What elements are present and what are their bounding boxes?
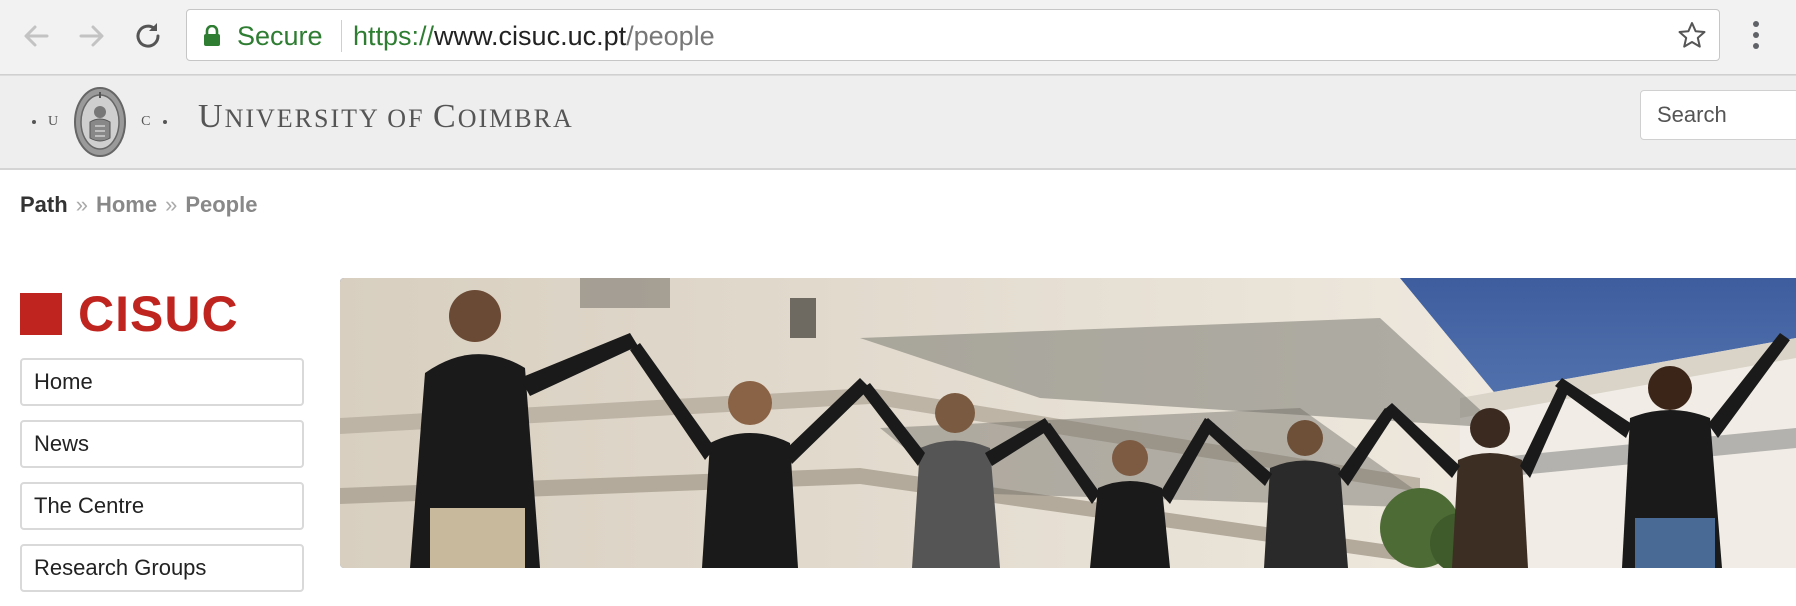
url-scheme: https:// bbox=[353, 21, 435, 51]
university-name: UNIVERSITY OF COIMBRA bbox=[198, 98, 574, 136]
cisuc-logo-text: CISUC bbox=[78, 286, 239, 342]
breadcrumb-separator: » bbox=[165, 192, 178, 217]
logo-letter-u: U bbox=[48, 114, 60, 129]
sidebar-item-news[interactable]: News bbox=[20, 420, 304, 468]
banner-photo bbox=[340, 278, 1796, 568]
forward-button[interactable] bbox=[72, 16, 112, 56]
url-path: /people bbox=[626, 21, 715, 51]
cisuc-logo[interactable]: CISUC bbox=[20, 285, 239, 343]
sidebar-item-research-groups[interactable]: Research Groups bbox=[20, 544, 304, 592]
back-button[interactable] bbox=[16, 16, 56, 56]
banner-image bbox=[340, 278, 1796, 568]
university-name-initial: U bbox=[198, 98, 225, 135]
secure-label: Secure bbox=[237, 21, 323, 51]
logo-dot bbox=[163, 120, 168, 124]
breadcrumb-label: Path bbox=[20, 192, 68, 217]
bookmark-star-icon[interactable] bbox=[1677, 20, 1707, 50]
university-name-part: OIMBRA bbox=[457, 104, 574, 133]
sidebar-item-the-centre[interactable]: The Centre bbox=[20, 482, 304, 530]
arrow-left-icon bbox=[24, 25, 49, 47]
logo-letter-c: C bbox=[141, 114, 152, 129]
arrow-right-icon bbox=[79, 25, 104, 47]
cisuc-logo-square bbox=[20, 293, 62, 335]
url-text[interactable]: https://www.cisuc.uc.pt/people bbox=[353, 21, 715, 52]
reload-button[interactable] bbox=[128, 16, 168, 56]
address-bar[interactable]: Secure https://www.cisuc.uc.pt/people bbox=[186, 9, 1720, 61]
logo-dot bbox=[32, 120, 36, 124]
reload-icon bbox=[136, 23, 160, 48]
university-logo[interactable]: U C bbox=[20, 84, 179, 160]
breadcrumb-people-link[interactable]: People bbox=[185, 192, 257, 217]
breadcrumb: Path » Home » People bbox=[20, 192, 257, 218]
browser-menu-icon[interactable] bbox=[1746, 18, 1766, 54]
sidebar-nav: Home News The Centre Research Groups bbox=[20, 358, 304, 606]
lock-icon bbox=[204, 25, 220, 46]
browser-toolbar: Secure https://www.cisuc.uc.pt/people bbox=[0, 0, 1796, 75]
sidebar-item-home[interactable]: Home bbox=[20, 358, 304, 406]
site-search-input[interactable] bbox=[1640, 90, 1796, 140]
university-name-initial: C bbox=[433, 98, 458, 135]
university-seal-icon bbox=[74, 87, 127, 157]
address-separator bbox=[341, 20, 342, 52]
breadcrumb-separator: » bbox=[75, 192, 88, 217]
university-header: U C UNIVERSITY OF COIMBRA bbox=[0, 75, 1796, 170]
university-name-part: NIVERSITY OF bbox=[224, 104, 434, 133]
url-host: www.cisuc.uc.pt bbox=[434, 21, 627, 51]
breadcrumb-home-link[interactable]: Home bbox=[96, 192, 157, 217]
